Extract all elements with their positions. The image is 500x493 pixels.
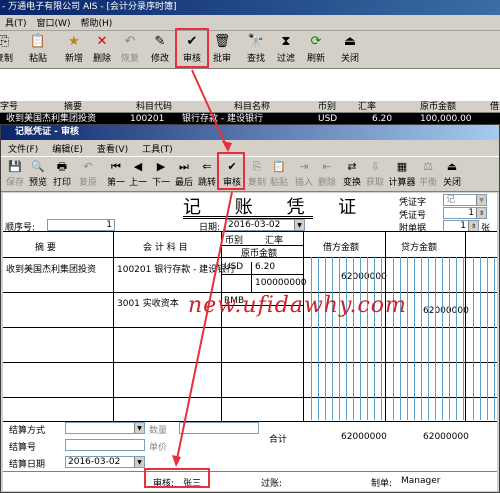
- annotation-arrows: [172, 69, 233, 467]
